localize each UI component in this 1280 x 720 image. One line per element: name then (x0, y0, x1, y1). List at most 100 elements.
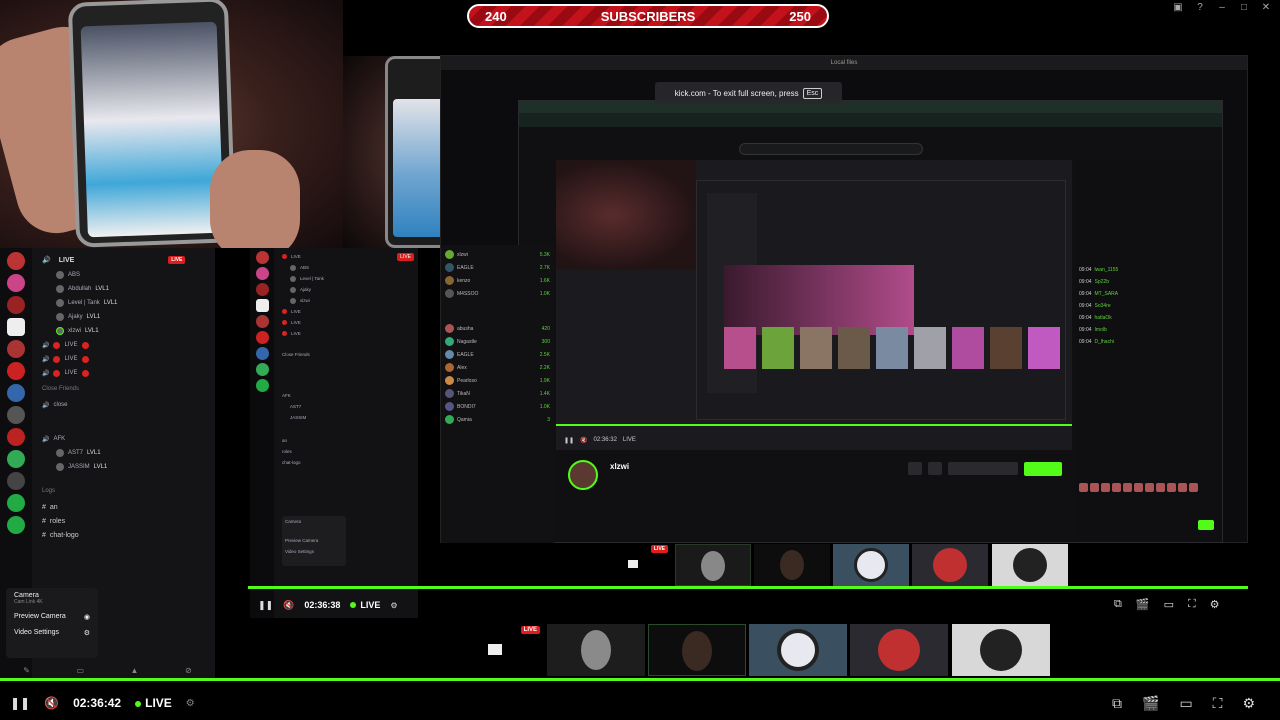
preview-tile[interactable] (992, 544, 1068, 586)
following-item[interactable]: EAGLE 2.7K (445, 261, 550, 274)
preview-tile[interactable] (850, 624, 948, 676)
gear-icon[interactable]: ⚙ (186, 698, 195, 709)
chat-message[interactable]: 09:04 lwan_1155 (1079, 264, 1218, 276)
following-item[interactable]: TikaN 1.4K (445, 387, 550, 400)
pip-icon[interactable]: ⧉ (1114, 598, 1122, 611)
following-item[interactable]: M4SSOO 1.0K (445, 287, 550, 300)
clip-icon[interactable]: 🎬 (1142, 695, 1159, 712)
server-icon[interactable] (255, 331, 269, 344)
gear-icon[interactable]: ⚙ (1210, 598, 1220, 611)
chat-username[interactable]: Imolb (1095, 327, 1107, 333)
preview-tile[interactable] (912, 544, 988, 586)
server-icon[interactable] (7, 516, 25, 534)
server-icon[interactable] (255, 379, 269, 392)
server-icon[interactable] (7, 296, 25, 314)
notification-icon[interactable] (908, 462, 922, 475)
voice-member[interactable]: xlzwi (282, 295, 414, 306)
chat-username[interactable]: Sp22b (1095, 279, 1109, 285)
server-icon[interactable] (255, 363, 269, 376)
fullscreen-icon[interactable]: ⛶ (1213, 695, 1223, 712)
fullscreen-icon[interactable]: ⛶ (1188, 598, 1196, 611)
server-icon[interactable] (7, 318, 25, 336)
preview-tile[interactable] (754, 544, 830, 586)
server-icon[interactable] (255, 299, 269, 312)
preview-tile[interactable] (675, 544, 751, 586)
server-icon[interactable] (255, 251, 269, 264)
text-channel[interactable]: # chat-logo (42, 528, 209, 542)
pause-icon[interactable]: ❚❚ (564, 437, 574, 444)
preview-tile[interactable] (648, 624, 746, 676)
server-icon[interactable] (255, 315, 269, 328)
kick-video-player[interactable]: ❚❚ 🔇 02:36:32 LIVE (556, 160, 1072, 450)
preview-tile[interactable] (547, 624, 645, 676)
close-icon[interactable]: ✕ (1260, 2, 1272, 14)
voice-member[interactable]: Abdullah LVL1 (42, 282, 209, 296)
voice-member[interactable]: AST7 (282, 401, 414, 412)
mute-icon[interactable]: 🔇 (283, 600, 294, 611)
mid-progress-bar[interactable] (248, 586, 1248, 589)
chat-username[interactable]: D_lhachi (1095, 339, 1114, 345)
voice-member[interactable]: xlzwi LVL1 (42, 324, 209, 338)
voice-channel-live[interactable]: LIVE (282, 328, 414, 339)
voice-member[interactable]: Ajaky LVL1 (42, 310, 209, 324)
chat-message[interactable]: 09:04 Sp22b (1079, 276, 1218, 288)
server-icon[interactable] (7, 340, 25, 358)
voice-channel-live[interactable]: LIVE LIVE (282, 251, 414, 262)
maximize-icon[interactable]: □ (1238, 2, 1250, 14)
voice-member[interactable]: Ajaky (282, 284, 414, 295)
server-icon[interactable] (7, 274, 25, 292)
pip-icon[interactable]: ⧉ (1112, 695, 1122, 712)
voice-channel-live[interactable]: LIVE (282, 317, 414, 328)
preview-tile[interactable] (749, 624, 847, 676)
preview-screen-tile[interactable]: LIVE (598, 544, 670, 586)
voice-channel-afk[interactable]: AFK (282, 390, 414, 401)
following-item[interactable]: BONDI7 1.0K (445, 400, 550, 413)
voice-member[interactable]: AST7 LVL1 (42, 446, 209, 460)
server-icon[interactable] (7, 362, 25, 380)
mute-icon[interactable]: 🔇 (44, 696, 59, 710)
server-icon[interactable] (7, 428, 25, 446)
server-icon[interactable] (7, 450, 25, 468)
server-icon[interactable] (7, 472, 25, 490)
server-icon[interactable] (7, 494, 25, 512)
camera-menu-title[interactable]: Camera (14, 592, 90, 599)
voice-member[interactable]: ABS (282, 262, 414, 273)
following-item[interactable]: Nagastle 300 (445, 335, 550, 348)
voice-channel-close[interactable]: 🔊 close (42, 398, 209, 412)
minimize-icon[interactable]: – (1216, 2, 1228, 14)
browser-tab-strip[interactable] (519, 101, 1222, 113)
preview-camera-item[interactable]: Preview Camera ◉ (14, 613, 90, 621)
address-bar[interactable] (519, 113, 1222, 127)
following-item[interactable]: Pearloso 1.9K (445, 374, 550, 387)
chat-username[interactable]: hatlaOk (1095, 315, 1112, 321)
streamer-name[interactable]: xlzwi (610, 462, 629, 471)
preview-tile[interactable] (952, 624, 1050, 676)
voice-member[interactable]: Level | Tank (282, 273, 414, 284)
server-icon[interactable] (255, 267, 269, 280)
voice-member[interactable]: ABS (42, 268, 209, 282)
heart-icon[interactable] (928, 462, 942, 475)
text-channel[interactable]: roles (282, 446, 414, 457)
theater-icon[interactable]: ▭ (1164, 598, 1174, 611)
preview-tile[interactable] (833, 544, 909, 586)
voice-channel-live[interactable]: 🔊 LIVE (42, 366, 209, 380)
preview-screen-tile[interactable]: LIVE (468, 624, 544, 676)
category-close-friends[interactable]: Close Friends (42, 386, 209, 398)
server-icon[interactable] (7, 252, 25, 270)
server-icon[interactable] (7, 384, 25, 402)
category-logs[interactable]: Logs (42, 488, 209, 500)
following-item[interactable]: EAGLE 2.5K (445, 348, 550, 361)
video-settings-item[interactable]: Video Settings ⚙ (14, 629, 90, 637)
text-channel[interactable]: an (282, 435, 414, 446)
chat-message[interactable]: 09:04 MT_SARA (1079, 288, 1218, 300)
following-item[interactable]: kenzo 1.6K (445, 274, 550, 287)
volume-icon[interactable]: 🔇 (580, 437, 587, 444)
help-icon[interactable]: ? (1194, 2, 1206, 14)
search-input[interactable] (739, 143, 923, 155)
following-item[interactable]: Alex 2.2K (445, 361, 550, 374)
voice-member[interactable]: Level | Tank LVL1 (42, 296, 209, 310)
theater-icon[interactable]: ▭ (1179, 695, 1192, 712)
chat-message[interactable]: 09:04 D_lhachi (1079, 336, 1218, 348)
streamer-avatar[interactable] (568, 460, 598, 490)
chat-username[interactable]: So34re (1095, 303, 1111, 309)
